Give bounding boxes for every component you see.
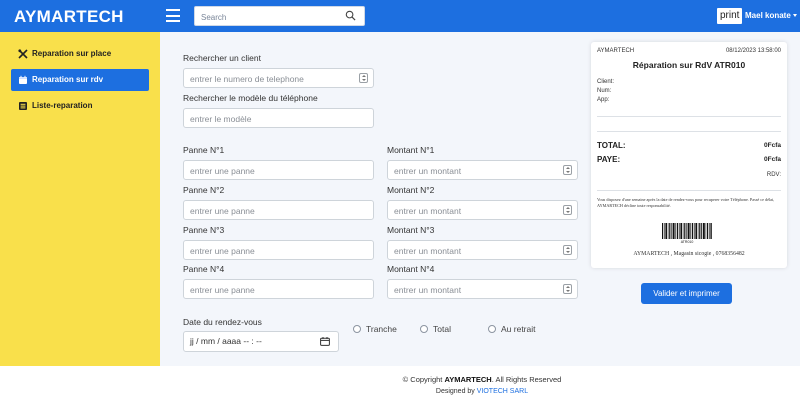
receipt-total-label: TOTAL: — [597, 141, 626, 150]
receipt-datetime: 08/12/2023 13:58:00 — [725, 48, 781, 54]
panne-input[interactable] — [184, 162, 373, 180]
designed-by-text: Designed by VIOTECH SARL — [0, 388, 800, 395]
user-menu[interactable]: Mael konate — [745, 11, 797, 20]
hamburger-menu-icon[interactable] — [166, 9, 180, 22]
montant-field — [387, 160, 578, 180]
sidebar-item-label: Liste-reparation — [32, 101, 93, 110]
montant-input[interactable] — [388, 281, 577, 299]
number-spinner-icon[interactable] — [563, 205, 572, 215]
model-field — [183, 108, 374, 128]
receipt-paye-label: PAYE: — [597, 155, 621, 164]
panne-input[interactable] — [184, 281, 373, 299]
montant-label: Montant N°4 — [387, 264, 435, 274]
number-spinner-icon[interactable] — [359, 73, 368, 83]
receipt-num-label: Num: — [597, 88, 612, 94]
montant-field — [387, 200, 578, 220]
payment-radio-total[interactable]: Total — [420, 324, 451, 334]
panne-field — [183, 160, 374, 180]
designer-link[interactable]: VIOTECH SARL — [477, 388, 528, 395]
panne-input[interactable] — [184, 202, 373, 220]
montant-label: Montant N°1 — [387, 145, 435, 155]
date-value: jj / mm / aaaa -- : -- — [190, 336, 262, 346]
montant-input[interactable] — [388, 162, 577, 180]
receipt-client-label: Client: — [597, 79, 615, 85]
page-footer: © Copyright AYMARTECH. All Rights Reserv… — [0, 366, 800, 406]
receipt-rdv-label: RDV: — [766, 172, 781, 178]
radio-label: Au retrait — [501, 324, 536, 334]
radio-label: Tranche — [366, 324, 397, 334]
client-phone-input[interactable] — [184, 70, 373, 88]
receipt-total-value: 0Fcfa — [764, 142, 781, 149]
payment-radio-tranche[interactable]: Tranche — [353, 324, 397, 334]
top-navbar: AYMARTECH print Mael konate — [0, 0, 800, 32]
montant-input[interactable] — [388, 202, 577, 220]
panne-label: Panne N°2 — [183, 185, 225, 195]
panne-input[interactable] — [184, 242, 373, 260]
receipt-title: Réparation sur RdV ATR010 — [632, 60, 746, 70]
receipt-divider — [597, 131, 781, 132]
montant-input[interactable] — [388, 242, 577, 260]
barcode-number: ATR010 — [680, 240, 694, 244]
brand-logo[interactable]: AYMARTECH — [14, 7, 124, 27]
receipt-paye-value: 0Fcfa — [764, 156, 781, 163]
receipt-app-label: App: — [597, 97, 610, 103]
copyright-brand: AYMARTECH — [444, 375, 492, 384]
tools-icon — [18, 49, 28, 59]
payment-radio-au-retrait[interactable]: Au retrait — [488, 324, 536, 334]
panne-field — [183, 240, 374, 260]
number-spinner-icon[interactable] — [563, 245, 572, 255]
appointment-date-input[interactable]: jj / mm / aaaa -- : -- — [183, 331, 339, 352]
sidebar: Reparation sur place Reparation sur rdv … — [0, 32, 160, 366]
chevron-down-icon — [792, 14, 797, 18]
copyright-suffix: . All Rights Reserved — [491, 375, 562, 384]
panne-field — [183, 200, 374, 220]
validate-and-print-button[interactable]: Valider et imprimer — [641, 283, 732, 304]
montant-label: Montant N°2 — [387, 185, 435, 195]
list-icon — [19, 102, 27, 110]
radio-circle[interactable] — [420, 325, 428, 333]
sidebar-item-liste-reparation[interactable]: Liste-reparation — [11, 95, 149, 117]
panne-field — [183, 279, 374, 299]
receipt-company: AYMARTECH — [597, 48, 635, 54]
radio-circle[interactable] — [488, 325, 496, 333]
search-icon[interactable] — [345, 10, 356, 21]
model-input[interactable] — [184, 110, 373, 128]
receipt-preview: AYMARTECH 08/12/2023 13:58:00 Réparation… — [591, 42, 787, 268]
number-spinner-icon[interactable] — [563, 284, 572, 294]
designed-prefix: Designed by — [435, 388, 477, 395]
montant-label: Montant N°3 — [387, 225, 435, 235]
number-spinner-icon[interactable] — [563, 165, 572, 175]
panne-label: Panne N°4 — [183, 264, 225, 274]
user-name: Mael konate — [745, 11, 791, 20]
appointment-date-label: Date du rendez-vous — [183, 317, 262, 327]
montant-field — [387, 240, 578, 260]
model-search-label: Rechercher le modèle du téléphone — [183, 93, 318, 103]
copyright-prefix: © Copyright — [402, 375, 445, 384]
sidebar-item-reparation-sur-rdv[interactable]: Reparation sur rdv — [11, 69, 149, 91]
copyright-text: © Copyright AYMARTECH. All Rights Reserv… — [0, 375, 800, 384]
search-bar — [194, 6, 365, 27]
client-phone-field — [183, 68, 374, 88]
search-input[interactable] — [195, 8, 335, 27]
receipt-divider — [597, 190, 781, 191]
panne-label: Panne N°3 — [183, 225, 225, 235]
calendar-icon[interactable] — [320, 337, 330, 346]
receipt-note: Vous disposez d'une semaine après la dat… — [597, 197, 775, 208]
receipt-footer: AYMARTECH , Magasin sicogie , 0768356482 — [633, 251, 745, 257]
radio-label: Total — [433, 324, 451, 334]
radio-circle[interactable] — [353, 325, 361, 333]
sidebar-item-reparation-sur-place[interactable]: Reparation sur place — [11, 43, 149, 65]
receipt-divider — [597, 116, 781, 117]
panne-label: Panne N°1 — [183, 145, 225, 155]
montant-field — [387, 279, 578, 299]
sidebar-item-label: Reparation sur place — [32, 49, 112, 58]
calendar-icon — [19, 75, 27, 84]
client-search-label: Rechercher un client — [183, 53, 261, 63]
print-button[interactable]: print — [717, 8, 743, 24]
sidebar-item-label: Reparation sur rdv — [32, 75, 104, 84]
